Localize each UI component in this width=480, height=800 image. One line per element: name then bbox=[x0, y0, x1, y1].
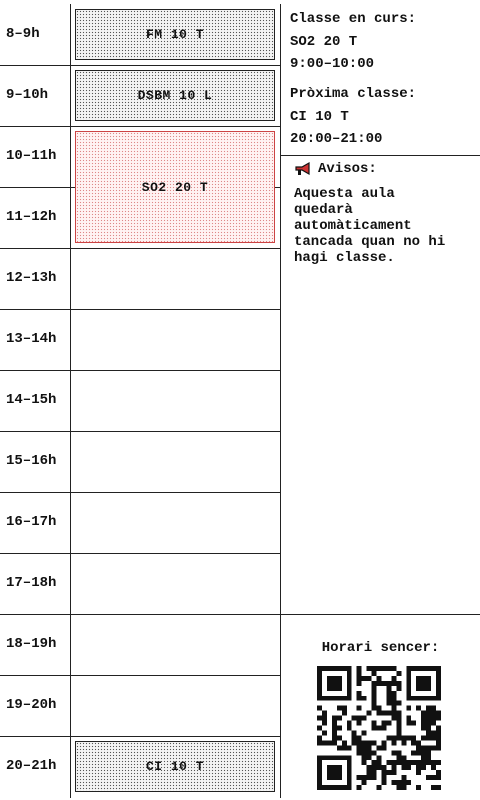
notices-header: Avisos: bbox=[294, 160, 377, 178]
row-divider bbox=[0, 248, 281, 249]
row-divider bbox=[0, 614, 281, 615]
class-block[interactable]: DSBM 10 L bbox=[75, 70, 275, 121]
class-block-label: FM 10 T bbox=[145, 27, 205, 42]
row-divider bbox=[0, 431, 281, 432]
time-column-divider bbox=[70, 4, 71, 798]
class-block[interactable]: CI 10 T bbox=[75, 741, 275, 792]
row-divider bbox=[0, 370, 281, 371]
info-panel: Classe en curs: SO2 20 T 9:00–10:00 Pròx… bbox=[281, 0, 480, 800]
qr-label: Horari sencer: bbox=[321, 640, 440, 656]
megaphone-icon bbox=[295, 161, 310, 176]
time-slot-label: 20–21h bbox=[6, 758, 57, 774]
next-class-heading: Pròxima classe: bbox=[290, 86, 417, 102]
notices-text: Aquesta aula quedarà automàticament tanc… bbox=[294, 186, 446, 266]
class-block[interactable]: FM 10 T bbox=[75, 9, 275, 60]
notices-heading: Avisos: bbox=[318, 161, 377, 177]
time-slot-label: 11–12h bbox=[6, 209, 57, 225]
row-divider bbox=[0, 126, 281, 127]
time-slot-label: 18–19h bbox=[6, 636, 57, 652]
current-class-name: SO2 20 T bbox=[290, 34, 358, 50]
time-slot-label: 16–17h bbox=[6, 514, 57, 530]
time-slot-label: 17–18h bbox=[6, 575, 57, 591]
row-divider bbox=[0, 675, 281, 676]
time-slot-label: 15–16h bbox=[6, 453, 57, 469]
current-class-time: 9:00–10:00 bbox=[290, 56, 375, 72]
row-divider bbox=[0, 553, 281, 554]
time-slot-label: 10–11h bbox=[6, 148, 57, 164]
time-slot-label: 14–15h bbox=[6, 392, 57, 408]
time-slot-label: 12–13h bbox=[6, 270, 57, 286]
qr-code[interactable] bbox=[317, 666, 441, 790]
time-slot-label: 8–9h bbox=[6, 26, 40, 42]
schedule-grid: 8–9h 9–10h 10–11h 11–12h 12–13h 13–14h 14–15h 1… bbox=[0, 0, 281, 800]
row-divider bbox=[0, 309, 281, 310]
panel-divider bbox=[281, 155, 480, 156]
next-class-name: CI 10 T bbox=[290, 109, 349, 125]
time-slot-label: 19–20h bbox=[6, 697, 57, 713]
current-class-block[interactable]: SO2 20 T bbox=[75, 131, 275, 243]
row-divider bbox=[0, 65, 281, 66]
current-class-heading: Classe en curs: bbox=[290, 11, 417, 27]
time-slot-label: 13–14h bbox=[6, 331, 57, 347]
row-divider bbox=[0, 492, 281, 493]
panel-divider-bottom bbox=[281, 614, 480, 615]
row-divider bbox=[0, 736, 281, 737]
class-block-label: CI 10 T bbox=[145, 759, 205, 774]
class-block-label: DSBM 10 L bbox=[137, 88, 213, 103]
next-class-time: 20:00–21:00 bbox=[290, 131, 383, 147]
time-slot-label: 9–10h bbox=[6, 87, 49, 103]
class-block-label: SO2 20 T bbox=[141, 179, 209, 195]
